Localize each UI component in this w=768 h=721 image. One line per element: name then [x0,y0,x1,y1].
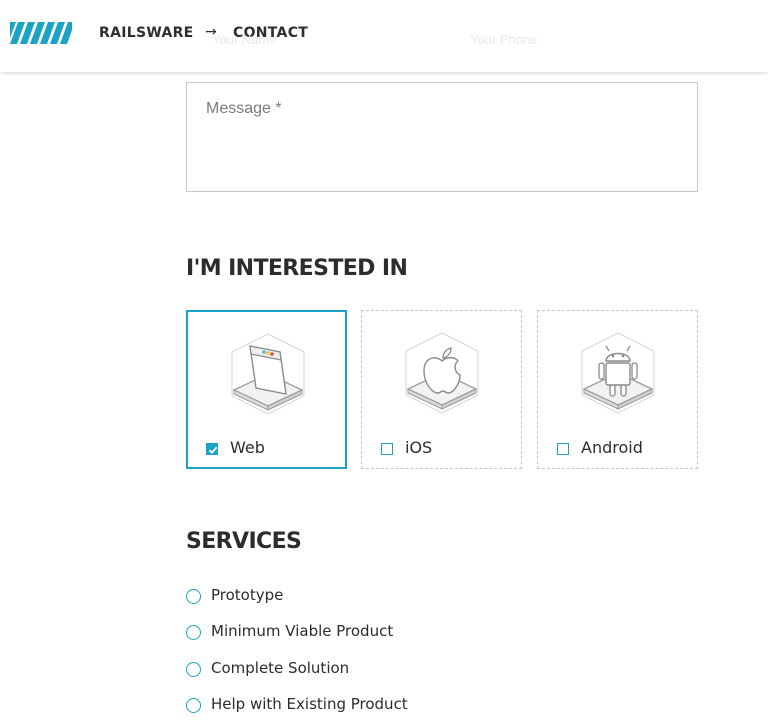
web-label: Web [230,438,265,457]
ios-label: iOS [405,438,433,457]
ghost-phone-field: Your Phone [470,32,538,47]
interests-title: I'M INTERESTED IN [186,256,408,281]
services-title: SERVICES [186,529,302,554]
web-checkbox[interactable] [206,443,218,455]
message-textarea[interactable]: Message * [186,82,698,192]
brand-link[interactable]: RAILSWARE [99,25,194,41]
interest-card-ios[interactable]: iOS [361,310,522,469]
radio-circle[interactable] [186,698,201,713]
ghost-name-field: Your Name [212,32,277,47]
checkmark-icon [208,446,218,454]
message-placeholder: Message * [206,100,282,117]
android-label: Android [581,438,643,457]
radio-circle[interactable] [186,625,201,640]
service-label: Help with Existing Product [211,695,408,713]
site-header: RAILSWARE → CONTACT Your Name Your Phone [0,0,768,72]
service-label: Complete Solution [211,659,350,677]
android-icon [581,332,655,414]
radio-circle[interactable] [186,662,201,677]
service-option-mvp[interactable]: Minimum Viable Product [186,622,586,642]
service-option-prototype[interactable]: Prototype [186,586,586,606]
interest-card-android[interactable]: Android [537,310,698,469]
apple-icon [405,332,479,414]
service-option-complete-solution[interactable]: Complete Solution [186,659,586,679]
service-label: Minimum Viable Product [211,622,394,640]
web-browser-icon [231,333,305,415]
railsware-logo-icon[interactable] [10,22,72,44]
radio-circle[interactable] [186,589,201,604]
service-label: Prototype [211,586,284,604]
service-option-existing-product[interactable]: Help with Existing Product [186,695,586,715]
interest-card-web[interactable]: Web [186,310,347,469]
android-checkbox[interactable] [557,443,569,455]
ios-checkbox[interactable] [381,443,393,455]
